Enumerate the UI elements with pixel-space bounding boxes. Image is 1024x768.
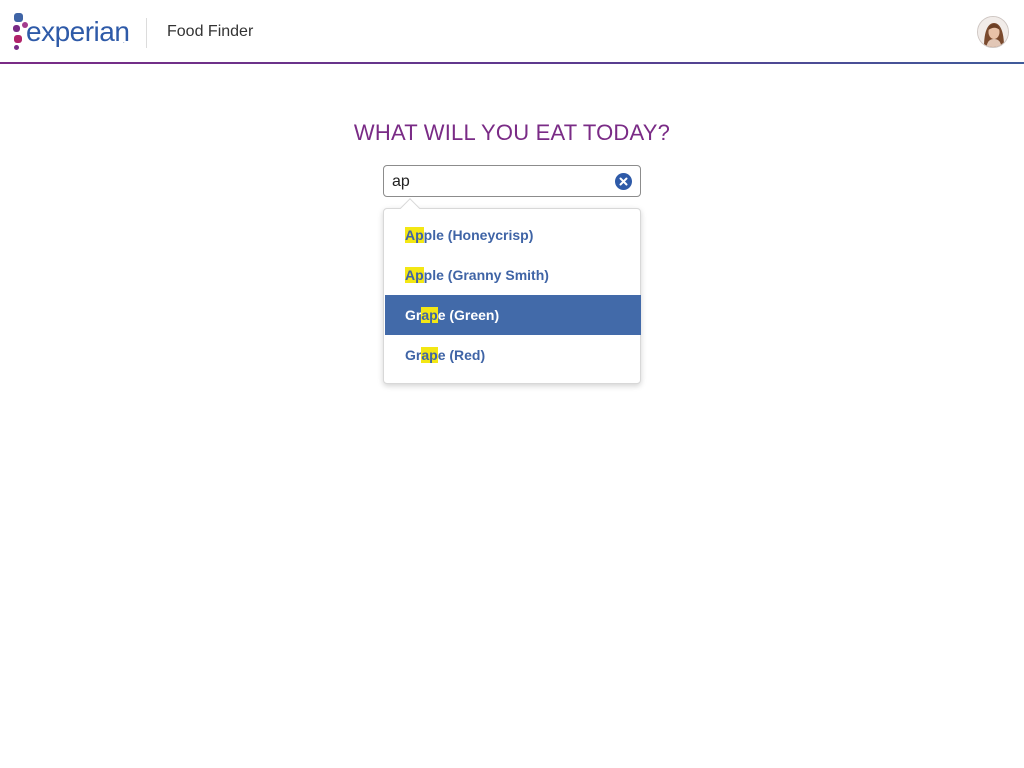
search-box [383,165,641,197]
suggestion-match-highlight: ap [421,307,438,323]
autocomplete-dropdown: Apple (Honeycrisp) Apple (Granny Smith) Gr… [383,208,641,384]
header-gradient-rule [0,62,1024,64]
suggestion-item[interactable]: Grape (Red) [385,335,641,375]
app-title: Food Finder [167,23,254,40]
suggestion-item[interactable]: Apple (Honeycrisp) [385,215,641,255]
logo-wordmark: experian [26,16,130,47]
search-input[interactable] [392,171,610,193]
app-header: experian . Food Finder [0,0,1024,62]
suggestion-text-before: Gr [405,347,422,363]
clear-circle-x-icon[interactable] [615,173,632,190]
user-avatar[interactable] [977,16,1009,48]
avatar-portrait-icon [978,17,1008,47]
suggestion-text-after: ple (Honeycrisp) [423,227,534,243]
suggestion-text-after: e (Red) [437,347,486,363]
suggestion-item[interactable]: Apple (Granny Smith) [385,255,641,295]
suggestion-text-before: Gr [405,307,422,323]
suggestion-text-after: e (Green) [437,307,500,323]
suggestion-match-highlight: Ap [405,227,424,243]
page-headline: WHAT WILL YOU EAT TODAY? [353,120,671,145]
suggestion-match-highlight: ap [421,347,438,363]
suggestion-match-highlight: Ap [405,267,424,283]
suggestion-item[interactable]: Grape (Green) [385,295,641,335]
logo-trademark: . [123,39,125,45]
header-divider [146,18,147,48]
suggestion-text-after: ple (Granny Smith) [423,267,549,283]
experian-logo[interactable]: experian . [13,13,133,51]
